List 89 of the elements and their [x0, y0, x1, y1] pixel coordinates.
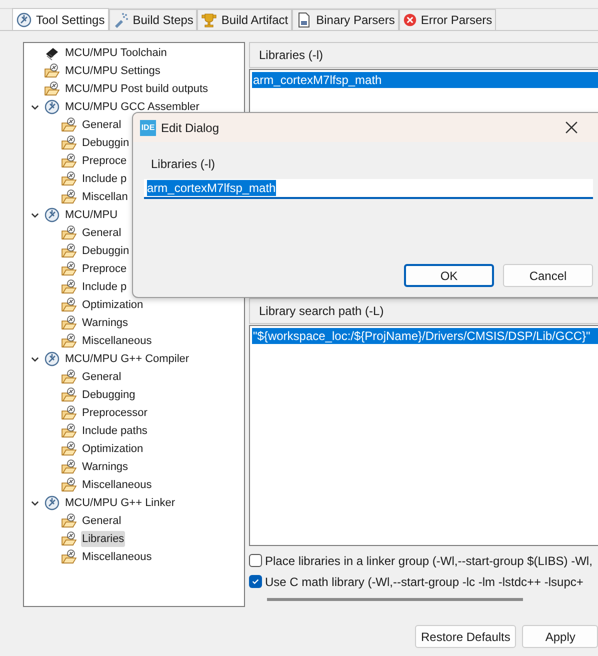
check-icon [251, 577, 260, 586]
folder-gear-icon [61, 315, 77, 331]
folder-gear-icon [61, 153, 77, 169]
folder-gear-icon [61, 243, 77, 259]
checkbox-label: Use C math library (-Wl,--start-group -lc -lm -lstdc++ -lsupc+ [265, 574, 584, 590]
trophy-icon [201, 12, 218, 28]
gear-icon [44, 99, 60, 115]
tree-item[interactable]: MCU/MPU Settings [64, 62, 162, 80]
gear-icon [16, 12, 32, 28]
tab[interactable]: Build Steps [108, 9, 198, 30]
tree-item[interactable]: General [81, 116, 122, 134]
tree-item[interactable]: Miscellaneous [81, 476, 153, 494]
tree-item[interactable]: General [81, 224, 122, 242]
tree-item[interactable]: Libraries [81, 530, 126, 548]
list-item[interactable]: arm_cortexM7lfsp_math [252, 72, 598, 88]
list-item[interactable]: "${workspace_loc:/${ProjName}/Drivers/CMSIS/DSP/Lib/GCC}" [252, 328, 598, 344]
tree-item[interactable]: MCU/MPU G++ Compiler [64, 350, 190, 368]
folder-gear-icon [61, 171, 77, 187]
folder-gear-icon [61, 117, 77, 133]
button[interactable]: Restore Defaults [415, 625, 516, 648]
input-field[interactable]: arm_cortexM7lfsp_math [144, 179, 593, 199]
tree-item[interactable]: Warnings [81, 314, 130, 332]
scrollbar-thumb[interactable] [267, 598, 523, 601]
tree-item[interactable]: Preproce [81, 260, 128, 278]
folder-gear-icon [61, 333, 77, 349]
tree-item[interactable]: Include p [81, 278, 128, 296]
dialog-title: Edit Dialog [161, 120, 220, 136]
folder-gear-icon [61, 441, 77, 457]
list-header: Library search path (-L) [249, 298, 598, 324]
folder-gear-icon [61, 369, 77, 385]
folder-gear-icon [61, 387, 77, 403]
tree-item[interactable]: Optimization [81, 440, 144, 458]
folder-gear-icon [61, 531, 77, 547]
checkbox-label: Place libraries in a linker group (-Wl,--start-group $(LIBS) -Wl, [265, 552, 592, 570]
tree-item[interactable]: Include paths [81, 422, 148, 440]
folder-gear-icon [61, 135, 77, 151]
tree-item[interactable]: General [81, 512, 122, 530]
binary-document-icon [296, 12, 312, 28]
list-header: Libraries (-l) [249, 42, 598, 68]
tab[interactable]: Build Artifact [197, 9, 292, 30]
folder-gear-icon [61, 225, 77, 241]
folder-gear-icon [61, 477, 77, 493]
folder-gear-icon [61, 297, 77, 313]
folder-gear-icon [61, 423, 77, 439]
tree-item[interactable]: Preproce [81, 152, 128, 170]
tree-item[interactable]: Debuggin [81, 134, 130, 152]
field-label: Libraries (-l) [151, 156, 216, 171]
tab[interactable]: Error Parsers [398, 9, 496, 30]
tab[interactable]: Binary Parsers [292, 9, 399, 30]
selected-text: arm_cortexM7lfsp_math [147, 180, 276, 196]
tree-item[interactable]: MCU/MPU GCC Assembler [64, 98, 200, 116]
tree-item[interactable]: MCU/MPU [64, 206, 119, 224]
gear-icon [44, 495, 60, 511]
close-icon [564, 120, 578, 134]
button[interactable]: Cancel [503, 264, 593, 287]
tree-item[interactable]: Optimization [81, 296, 144, 314]
checkbox[interactable] [249, 554, 262, 567]
button[interactable]: OK [404, 264, 494, 287]
button[interactable]: Apply [522, 625, 598, 648]
tree-item[interactable]: MCU/MPU G++ Linker [64, 494, 176, 512]
gear-icon [44, 351, 60, 367]
tree-item[interactable]: Debugging [81, 386, 136, 404]
error-icon [402, 13, 417, 27]
tree-item[interactable]: Warnings [81, 458, 130, 476]
folder-gear-icon [61, 549, 77, 565]
chip-icon [44, 45, 60, 61]
folder-gear-icon [61, 279, 77, 295]
tree-item[interactable]: General [81, 368, 122, 386]
tree-item[interactable]: Include p [81, 170, 128, 188]
tree-item[interactable]: Miscellaneous [81, 548, 153, 566]
folder-gear-icon [61, 405, 77, 421]
tree-item[interactable]: Preprocessor [81, 404, 148, 422]
gear-icon [44, 207, 60, 223]
folder-gear-icon [61, 513, 77, 529]
folder-gear-icon [61, 189, 77, 205]
spray-icon [112, 12, 129, 28]
logo-icon: IDE [140, 120, 156, 136]
tree-item[interactable]: MCU/MPU Toolchain [64, 44, 168, 62]
tab[interactable]: Tool Settings [12, 8, 109, 30]
tree-item[interactable]: MCU/MPU Post build outputs [64, 80, 210, 98]
folder-gear-icon [44, 81, 60, 97]
folder-gear-icon [44, 63, 60, 79]
tree-item[interactable]: Debuggin [81, 242, 130, 260]
folder-gear-icon [61, 459, 77, 475]
tree-item[interactable]: Miscellaneous [81, 332, 153, 350]
folder-gear-icon [61, 261, 77, 277]
checkbox[interactable] [249, 575, 262, 588]
tree-item[interactable]: Miscellan [81, 188, 129, 206]
close-button[interactable] [563, 119, 579, 135]
